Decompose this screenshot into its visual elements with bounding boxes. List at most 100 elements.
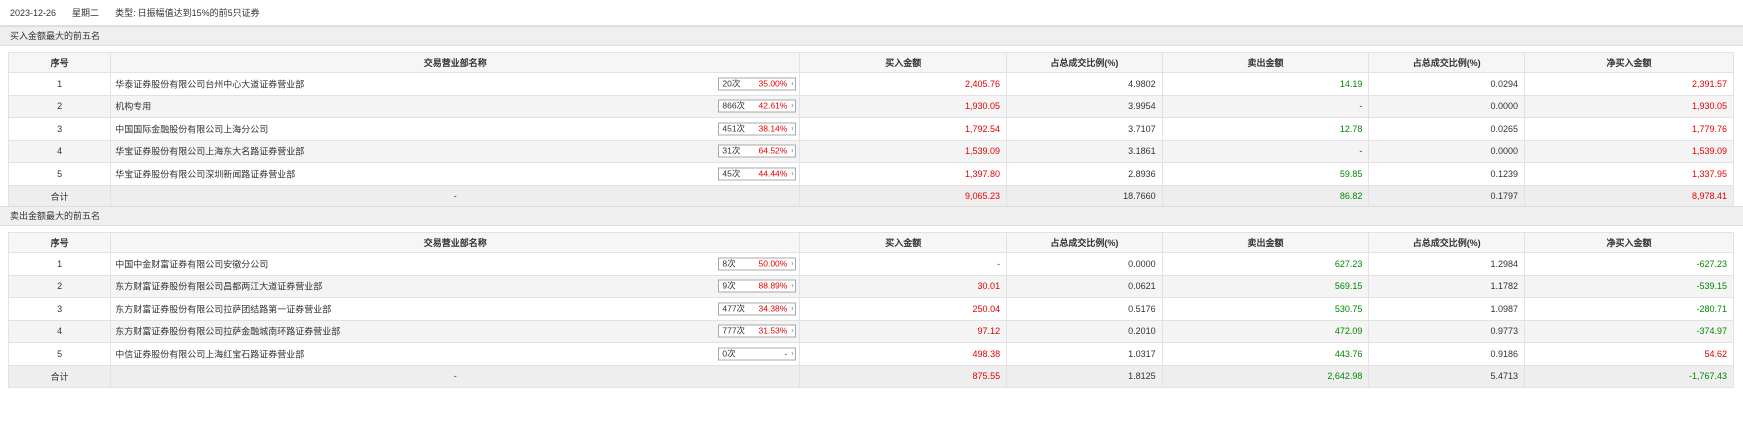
table-row[interactable]: 3 中国国际金融股份有限公司上海分公司 451次 38.14% › 1,792.54 3.7…: [7, 117, 1735, 141]
branch-name[interactable]: 机构专用: [115, 100, 151, 113]
col-header-buy-ratio[interactable]: 占总成交比例(%): [1006, 232, 1163, 253]
header-bar: 2023-12-26 星期二 类型: 日振幅值达到15%的前5只证券: [0, 0, 1743, 26]
branch-cell: 东方财富证券股份有限公司拉萨金融城南环路证券营业部 777次 31.53% ›: [110, 319, 801, 343]
total-buy-ratio: 18.7660: [1006, 184, 1163, 208]
net-buy-amount: 1,779.76: [1523, 117, 1735, 141]
table-row[interactable]: 4 华宝证券股份有限公司上海东大名路证券营业部 31次 64.52% › 1,539.09…: [7, 139, 1735, 163]
col-header-sell-ratio[interactable]: 占总成交比例(%): [1368, 52, 1525, 73]
buy-ratio: 2.8936: [1006, 162, 1163, 186]
buy-amount: -: [799, 252, 1008, 276]
total-net: -1,767.43: [1523, 364, 1735, 388]
branch-stat-dropdown[interactable]: 45次 44.44% ›: [718, 167, 797, 181]
branch-stat-dropdown[interactable]: 20次 35.00% ›: [718, 77, 797, 91]
branch-stat-dropdown[interactable]: 866次 42.61% ›: [718, 99, 797, 113]
win-rate: 42.61%: [758, 100, 788, 111]
buy-amount: 1,397.80: [799, 162, 1008, 186]
table-row[interactable]: 5 华宝证券股份有限公司深圳新闻路证券营业部 45次 44.44% › 1,397.80 2…: [7, 162, 1735, 186]
net-buy-amount: -280.71: [1523, 297, 1735, 321]
table-row[interactable]: 2 东方财富证券股份有限公司昌都两江大道证券营业部 9次 88.89% › 30.01 0.…: [7, 274, 1735, 298]
buy-ratio: 3.1861: [1006, 139, 1163, 163]
buy-ratio: 0.0621: [1006, 274, 1163, 298]
col-header-no[interactable]: 序号: [7, 232, 112, 253]
buy-amount: 498.38: [799, 342, 1008, 366]
buy-ratio: 1.0317: [1006, 342, 1163, 366]
table-row[interactable]: 5 中信证券股份有限公司上海红宝石路证券营业部 0次 - › 498.38 1.0317 44…: [7, 342, 1735, 366]
total-sell: 86.82: [1161, 184, 1370, 208]
row-index: 2: [7, 274, 112, 298]
branch-name[interactable]: 东方财富证券股份有限公司拉萨金融城南环路证券营业部: [115, 325, 340, 338]
branch-name[interactable]: 华宝证券股份有限公司上海东大名路证券营业部: [115, 145, 304, 158]
col-header-buy[interactable]: 买入金额: [799, 52, 1008, 73]
branch-name[interactable]: 中国国际金融股份有限公司上海分公司: [115, 122, 268, 135]
win-rate: 44.44%: [758, 168, 788, 179]
col-header-buy-ratio[interactable]: 占总成交比例(%): [1006, 52, 1163, 73]
sell-amount: 530.75: [1161, 297, 1370, 321]
net-buy-amount: -539.15: [1523, 274, 1735, 298]
branch-stat-dropdown[interactable]: 0次 - ›: [718, 347, 797, 361]
chevron-right-icon: ›: [791, 350, 794, 358]
branch-name[interactable]: 华宝证券股份有限公司深圳新闻路证券营业部: [115, 167, 295, 180]
row-index: 3: [7, 297, 112, 321]
buy-ratio: 3.9954: [1006, 94, 1163, 118]
appearance-count: 20次: [722, 78, 741, 89]
sell-amount: 627.23: [1161, 252, 1370, 276]
appearance-count: 45次: [722, 168, 741, 179]
col-header-sell[interactable]: 卖出金额: [1161, 232, 1370, 253]
branch-stat-dropdown[interactable]: 9次 88.89% ›: [718, 279, 797, 293]
chevron-right-icon: ›: [791, 260, 794, 268]
table-row[interactable]: 3 东方财富证券股份有限公司拉萨团结路第一证券营业部 477次 34.38% › 250.…: [7, 297, 1735, 321]
table-row[interactable]: 2 机构专用 866次 42.61% › 1,930.05 3.9954-0.0000 1,9…: [7, 94, 1735, 118]
win-rate: 35.00%: [758, 78, 788, 89]
branch-stat-dropdown[interactable]: 8次 50.00% ›: [718, 257, 797, 271]
branch-stat-dropdown[interactable]: 477次 34.38% ›: [718, 302, 797, 316]
win-rate: 34.38%: [758, 303, 788, 314]
branch-cell: 东方财富证券股份有限公司昌都两江大道证券营业部 9次 88.89% ›: [110, 274, 801, 298]
table-row[interactable]: 4 东方财富证券股份有限公司拉萨金融城南环路证券营业部 777次 31.53% › 97.…: [7, 319, 1735, 343]
col-header-sell-ratio[interactable]: 占总成交比例(%): [1368, 232, 1525, 253]
total-row: 合计 -875.55 1.8125 2,642.98 5.4713 -1,767.43: [7, 364, 1735, 388]
branch-name[interactable]: 中信证券股份有限公司上海红宝石路证券营业部: [115, 347, 304, 360]
sell-ratio: 0.9773: [1368, 319, 1525, 343]
sell-amount: 12.78: [1161, 117, 1370, 141]
sell-ratio: 0.0265: [1368, 117, 1525, 141]
branch-stat-dropdown[interactable]: 451次 38.14% ›: [718, 122, 797, 136]
branch-cell: 机构专用 866次 42.61% ›: [110, 94, 801, 118]
chevron-right-icon: ›: [791, 327, 794, 335]
branch-name[interactable]: 华泰证券股份有限公司台州中心大道证券营业部: [115, 77, 304, 90]
branch-cell: 中国中金财富证券有限公司安徽分公司 8次 50.00% ›: [110, 252, 801, 276]
total-sell: 2,642.98: [1161, 364, 1370, 388]
table-row[interactable]: 1 华泰证券股份有限公司台州中心大道证券营业部 20次 35.00% › 2,405.76…: [7, 72, 1735, 96]
table-row[interactable]: 1 中国中金财富证券有限公司安徽分公司 8次 50.00% › -0.0000 627.23…: [7, 252, 1735, 276]
type-value: 日振幅值达到15%的前5只证券: [137, 8, 260, 18]
net-buy-amount: 54.62: [1523, 342, 1735, 366]
appearance-count: 451次: [722, 123, 746, 134]
sell-ratio: 1.0987: [1368, 297, 1525, 321]
col-header-branch[interactable]: 交易营业部名称: [110, 52, 801, 73]
branch-cell: 中信证券股份有限公司上海红宝石路证券营业部 0次 - ›: [110, 342, 801, 366]
appearance-count: 0次: [722, 348, 736, 359]
branch-name[interactable]: 东方财富证券股份有限公司昌都两江大道证券营业部: [115, 280, 322, 293]
net-buy-amount: -374.97: [1523, 319, 1735, 343]
type-label: 类型:: [115, 8, 136, 18]
appearance-count: 477次: [722, 303, 746, 314]
col-header-sell[interactable]: 卖出金额: [1161, 52, 1370, 73]
header-row: 序号 交易营业部名称 买入金额 占总成交比例(%) 卖出金额 占总成交比例(%) 净买入金额: [7, 232, 1735, 253]
branch-name[interactable]: 东方财富证券股份有限公司拉萨团结路第一证券营业部: [115, 302, 331, 315]
col-header-net[interactable]: 净买入金额: [1523, 232, 1735, 253]
buy-amount: 30.01: [799, 274, 1008, 298]
branch-stat-dropdown[interactable]: 31次 64.52% ›: [718, 144, 797, 158]
net-buy-amount: 1,539.09: [1523, 139, 1735, 163]
col-header-no[interactable]: 序号: [7, 52, 112, 73]
col-header-buy[interactable]: 买入金额: [799, 232, 1008, 253]
sell-amount: 569.15: [1161, 274, 1370, 298]
row-index: 4: [7, 139, 112, 163]
col-header-branch[interactable]: 交易营业部名称: [110, 232, 801, 253]
appearance-count: 8次: [722, 258, 736, 269]
col-header-net[interactable]: 净买入金额: [1523, 52, 1735, 73]
branch-stat-dropdown[interactable]: 777次 31.53% ›: [718, 324, 797, 338]
branch-name[interactable]: 中国中金财富证券有限公司安徽分公司: [115, 257, 268, 270]
chevron-right-icon: ›: [791, 170, 794, 178]
buy-ratio: 0.5176: [1006, 297, 1163, 321]
row-index: 3: [7, 117, 112, 141]
buy-top5-table: 序号 交易营业部名称 买入金额 占总成交比例(%) 卖出金额 占总成交比例(%) 净买入金额…: [7, 52, 1735, 208]
